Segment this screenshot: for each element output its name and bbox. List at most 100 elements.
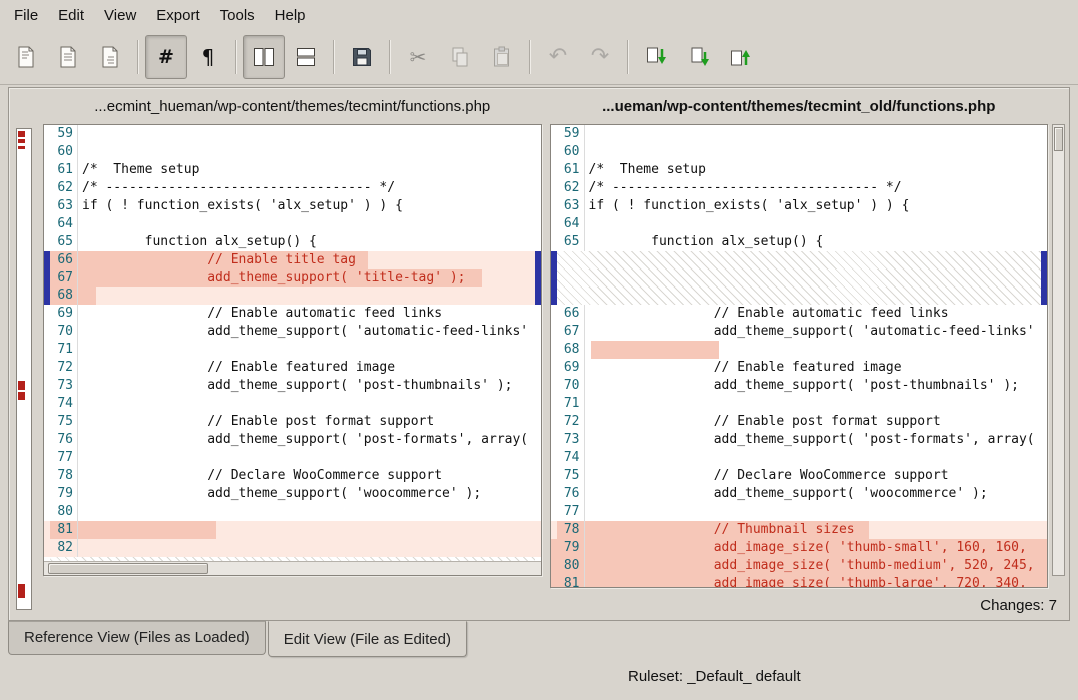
- code-line[interactable]: 72 // Enable post format support: [551, 413, 1048, 431]
- merge-from-left-button[interactable]: [635, 35, 677, 79]
- change-marker: [1041, 485, 1047, 503]
- menu-item-help[interactable]: Help: [265, 3, 316, 28]
- menu-item-export[interactable]: Export: [146, 3, 209, 28]
- code-text: [78, 125, 535, 143]
- vertical-split-button[interactable]: [243, 35, 285, 79]
- code-line[interactable]: 78 // Thumbnail sizes: [551, 521, 1048, 539]
- page-view-2-button[interactable]: [47, 35, 89, 79]
- code-line[interactable]: 74: [551, 449, 1048, 467]
- menu-item-tools[interactable]: Tools: [210, 3, 265, 28]
- code-line[interactable]: 71: [44, 341, 541, 359]
- save-button[interactable]: [341, 35, 383, 79]
- diff-overview-map[interactable]: [16, 128, 32, 610]
- code-line[interactable]: 81 add_image_size( 'thumb-large', 720, 3…: [551, 575, 1048, 587]
- code-line[interactable]: 76 add_theme_support( 'post-formats', ar…: [44, 431, 541, 449]
- code-line[interactable]: 64: [44, 215, 541, 233]
- line-numbers-icon: #: [158, 48, 174, 67]
- code-line[interactable]: 80: [44, 503, 541, 521]
- code-line[interactable]: 72 // Enable featured image: [44, 359, 541, 377]
- horizontal-split-button[interactable]: [285, 35, 327, 79]
- filler-line[interactable]: [551, 287, 1048, 305]
- code-line[interactable]: 69 // Enable featured image: [551, 359, 1048, 377]
- code-line[interactable]: 61/* Theme setup: [44, 161, 541, 179]
- toggle-whitespace-button[interactable]: ¶: [187, 35, 229, 79]
- change-marker: [535, 539, 541, 557]
- code-line[interactable]: 76 add_theme_support( 'woocommerce' );: [551, 485, 1048, 503]
- code-line[interactable]: 68: [551, 341, 1048, 359]
- page-view-1-button[interactable]: [5, 35, 47, 79]
- page-view-3-button[interactable]: [89, 35, 131, 79]
- code-line[interactable]: 75 // Declare WooCommerce support: [551, 467, 1048, 485]
- line-number: 70: [50, 323, 78, 341]
- undo-button[interactable]: ↶: [537, 35, 579, 79]
- page-lines-middle-icon: [55, 44, 81, 70]
- menu-item-edit[interactable]: Edit: [48, 3, 94, 28]
- horizontal-scrollbar-thumb[interactable]: [48, 563, 208, 574]
- code-line[interactable]: 70 add_theme_support( 'automatic-feed-li…: [44, 323, 541, 341]
- line-number: 67: [557, 323, 585, 341]
- code-line[interactable]: 68: [44, 287, 541, 305]
- vertical-scrollbar[interactable]: [1052, 124, 1065, 576]
- code-line[interactable]: 77: [44, 449, 541, 467]
- change-marker: [535, 143, 541, 161]
- code-line[interactable]: 73 add_theme_support( 'post-formats', ar…: [551, 431, 1048, 449]
- code-line[interactable]: 59: [44, 125, 541, 143]
- code-line[interactable]: 69 // Enable automatic feed links: [44, 305, 541, 323]
- cut-icon: ✂: [410, 47, 427, 67]
- copy-button[interactable]: [439, 35, 481, 79]
- left-horizontal-scrollbar[interactable]: [44, 561, 541, 575]
- code-line[interactable]: 80 add_image_size( 'thumb-medium', 520, …: [551, 557, 1048, 575]
- change-marker: [1041, 269, 1047, 287]
- left-pane-body[interactable]: 596061/* Theme setup62/* ---------------…: [43, 124, 542, 576]
- filler-line[interactable]: [551, 269, 1048, 287]
- code-line[interactable]: 66 // Enable automatic feed links: [551, 305, 1048, 323]
- code-line[interactable]: 65 function alx_setup() {: [44, 233, 541, 251]
- code-line[interactable]: 60: [551, 143, 1048, 161]
- code-text: [78, 503, 535, 521]
- merge-from-right-icon: [685, 44, 711, 70]
- merge-from-right-button[interactable]: [677, 35, 719, 79]
- code-text: [78, 341, 535, 359]
- code-line[interactable]: 78 // Declare WooCommerce support: [44, 467, 541, 485]
- change-marker: [535, 233, 541, 251]
- code-line[interactable]: 74: [44, 395, 541, 413]
- code-line[interactable]: 75 // Enable post format support: [44, 413, 541, 431]
- code-line[interactable]: 62/* ---------------------------------- …: [44, 179, 541, 197]
- code-line[interactable]: 71: [551, 395, 1048, 413]
- code-line[interactable]: 63if ( ! function_exists( 'alx_setup' ) …: [44, 197, 541, 215]
- code-line[interactable]: 70 add_theme_support( 'post-thumbnails' …: [551, 377, 1048, 395]
- code-line[interactable]: 67 add_theme_support( 'title-tag' );: [44, 269, 541, 287]
- tab-edit-view[interactable]: Edit View (File as Edited): [268, 621, 467, 657]
- code-line[interactable]: 65 function alx_setup() {: [551, 233, 1048, 251]
- code-line[interactable]: 62/* ---------------------------------- …: [551, 179, 1048, 197]
- toggle-line-numbers-button[interactable]: #: [145, 35, 187, 79]
- code-line[interactable]: 64: [551, 215, 1048, 233]
- code-line[interactable]: 60: [44, 143, 541, 161]
- code-line[interactable]: 79 add_image_size( 'thumb-small', 160, 1…: [551, 539, 1048, 557]
- code-line[interactable]: 81: [44, 521, 541, 539]
- code-line[interactable]: 67 add_theme_support( 'automatic-feed-li…: [551, 323, 1048, 341]
- merge-from-left-icon: [643, 44, 669, 70]
- line-number: 62: [50, 179, 78, 197]
- tab-reference-view[interactable]: Reference View (Files as Loaded): [8, 621, 266, 655]
- code-line[interactable]: 59: [551, 125, 1048, 143]
- code-line[interactable]: 73 add_theme_support( 'post-thumbnails' …: [44, 377, 541, 395]
- cut-button[interactable]: ✂: [397, 35, 439, 79]
- menu-item-file[interactable]: File: [4, 3, 48, 28]
- redo-button[interactable]: ↷: [579, 35, 621, 79]
- filler-line[interactable]: [551, 251, 1048, 269]
- code-line[interactable]: 61/* Theme setup: [551, 161, 1048, 179]
- paste-button[interactable]: [481, 35, 523, 79]
- line-number: 67: [50, 269, 78, 287]
- code-line[interactable]: 77: [551, 503, 1048, 521]
- code-line[interactable]: 66 // Enable title tag: [44, 251, 541, 269]
- change-marker: [535, 323, 541, 341]
- vertical-scrollbar-thumb[interactable]: [1054, 127, 1063, 151]
- merge-remove-button[interactable]: [719, 35, 761, 79]
- menu-item-view[interactable]: View: [94, 3, 146, 28]
- code-line[interactable]: 82: [44, 539, 541, 557]
- right-pane-body[interactable]: 596061/* Theme setup62/* ---------------…: [550, 124, 1049, 588]
- code-line[interactable]: 79 add_theme_support( 'woocommerce' );: [44, 485, 541, 503]
- code-line[interactable]: 63if ( ! function_exists( 'alx_setup' ) …: [551, 197, 1048, 215]
- change-marker: [535, 359, 541, 377]
